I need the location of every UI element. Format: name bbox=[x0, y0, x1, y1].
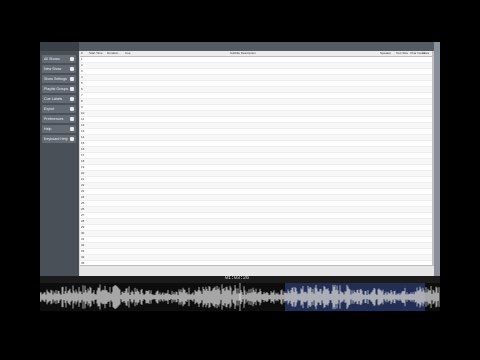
col-header-start-time[interactable]: Start Time bbox=[89, 51, 103, 56]
cue-number: 34 bbox=[81, 255, 85, 259]
cue-number: 20 bbox=[81, 171, 85, 175]
sidebar-button-7[interactable]: Preferences bbox=[42, 115, 76, 123]
sidebar-button-label: Cue Labels bbox=[44, 97, 63, 101]
sidebar-button-5[interactable]: Cue Labels bbox=[42, 95, 76, 103]
side-panel-tab[interactable] bbox=[434, 42, 440, 276]
col-header-text-size[interactable]: Text Size bbox=[396, 51, 408, 56]
cue-table: # Start Time Duration Cue Subtitle Descr… bbox=[80, 51, 432, 265]
cue-number: 11 bbox=[81, 117, 85, 121]
help-icon bbox=[70, 127, 74, 131]
cue-number: 7 bbox=[81, 93, 83, 97]
cue-number: 25 bbox=[81, 201, 85, 205]
cue-number: 12 bbox=[81, 123, 85, 127]
cue-number: 29 bbox=[81, 225, 85, 229]
sidebar-button-label: Preferences bbox=[44, 117, 64, 121]
cue-number: 17 bbox=[81, 153, 85, 157]
sidebar-button-label: New Show bbox=[44, 67, 62, 71]
sidebar-button-label: All Shows bbox=[44, 57, 60, 61]
cue-number: 22 bbox=[81, 183, 85, 187]
cue-number: 1 bbox=[81, 57, 83, 61]
sidebar-button-label: Playlist Groups bbox=[44, 87, 69, 91]
sidebar-button-label: Keyboard Help bbox=[44, 137, 68, 141]
cue-number: 16 bbox=[81, 147, 85, 151]
audio-waveform[interactable] bbox=[40, 283, 440, 311]
sidebar-button-8[interactable]: Help bbox=[42, 125, 76, 133]
col-header-duration[interactable]: Duration bbox=[107, 51, 118, 56]
sidebar-button-label: Export bbox=[44, 107, 55, 111]
sidebar-button-6[interactable]: Export bbox=[42, 105, 76, 113]
col-header-lines[interactable]: Lines bbox=[422, 51, 429, 56]
cue-number: 19 bbox=[81, 165, 85, 169]
cue-number: 33 bbox=[81, 249, 85, 253]
cue-number: 26 bbox=[81, 207, 85, 211]
gear-icon bbox=[70, 117, 74, 121]
col-header-speaker[interactable]: Speaker bbox=[380, 51, 391, 56]
top-bar bbox=[79, 42, 434, 51]
cue-number: 30 bbox=[81, 231, 85, 235]
list-icon bbox=[70, 57, 74, 61]
cue-number: 27 bbox=[81, 213, 85, 217]
sidebar-header bbox=[40, 42, 79, 51]
gear-icon bbox=[70, 77, 74, 81]
cue-number: 5 bbox=[81, 81, 83, 85]
waveform-header: 01:03:26 bbox=[40, 275, 440, 283]
sidebar-button-3[interactable]: Show Settings bbox=[42, 75, 76, 83]
playhead-timecode: 01:03:26 bbox=[225, 275, 250, 281]
cue-number: 13 bbox=[81, 129, 85, 133]
sidebar-button-label: Show Settings bbox=[44, 77, 67, 81]
cue-number: 10 bbox=[81, 111, 85, 115]
cue-number: 23 bbox=[81, 189, 85, 193]
plus-icon bbox=[70, 67, 74, 71]
cue-number: 15 bbox=[81, 141, 85, 145]
export-icon bbox=[70, 107, 74, 111]
col-header-cue[interactable]: Cue bbox=[125, 51, 131, 56]
cue-number: 21 bbox=[81, 177, 85, 181]
cue-number: 24 bbox=[81, 195, 85, 199]
waveform-graphic bbox=[40, 283, 440, 311]
sidebar-button-1[interactable]: All Shows bbox=[42, 55, 76, 63]
sidebar: All Shows New Show Show Settings Playlist G… bbox=[40, 42, 79, 276]
cue-number: 31 bbox=[81, 237, 85, 241]
cue-number: 6 bbox=[81, 87, 83, 91]
tag-icon bbox=[70, 97, 74, 101]
cue-number: 3 bbox=[81, 69, 83, 73]
col-header-number[interactable]: # bbox=[81, 51, 83, 56]
cue-number: 18 bbox=[81, 159, 85, 163]
cue-number: 28 bbox=[81, 219, 85, 223]
cue-number: 4 bbox=[81, 75, 83, 79]
sidebar-button-label: Help bbox=[44, 127, 52, 131]
sidebar-button-2[interactable]: New Show bbox=[42, 65, 76, 73]
col-header-description[interactable]: Subtitle Description bbox=[230, 51, 256, 56]
folder-icon bbox=[70, 87, 74, 91]
cue-number: 32 bbox=[81, 243, 85, 247]
keyboard-icon bbox=[70, 137, 74, 141]
sidebar-button-9[interactable]: Keyboard Help bbox=[42, 135, 76, 143]
subtitle-editor-window: All Shows New Show Show Settings Playlist G… bbox=[40, 42, 440, 277]
cue-number: 9 bbox=[81, 105, 83, 109]
cue-number: 14 bbox=[81, 135, 85, 139]
sidebar-button-4[interactable]: Playlist Groups bbox=[42, 85, 76, 93]
cue-number: 2 bbox=[81, 63, 83, 67]
cue-number: 8 bbox=[81, 99, 83, 103]
